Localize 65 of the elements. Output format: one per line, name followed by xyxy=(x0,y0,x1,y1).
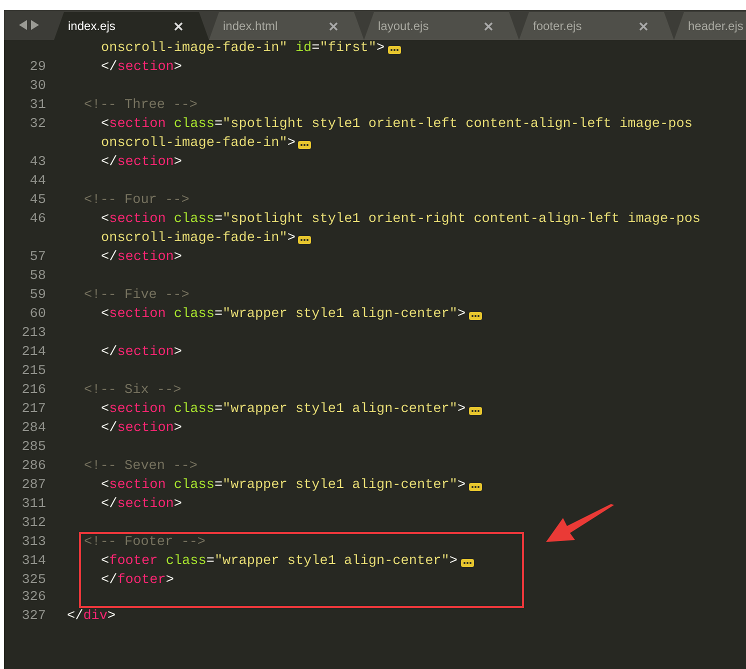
line-number: 314 xyxy=(20,553,46,572)
code-line: <!-- Six --> xyxy=(84,382,182,400)
line-number: 44 xyxy=(28,173,46,192)
back-icon[interactable] xyxy=(19,20,27,30)
tab[interactable]: index.ejs xyxy=(54,12,209,40)
line-number: 60 xyxy=(28,306,46,324)
code-line: </footer> xyxy=(101,572,174,590)
code-line: <section class="wrapper style1 align-center"> xyxy=(101,401,466,420)
code-line: <!-- Three --> xyxy=(84,97,198,116)
line-number: 325 xyxy=(20,572,46,590)
code-line: <!-- Seven --> xyxy=(84,458,198,476)
forward-icon[interactable] xyxy=(31,20,39,30)
line-number: 32 xyxy=(28,116,46,134)
line-number: 284 xyxy=(20,420,46,438)
line-number: 29 xyxy=(28,59,46,78)
code-line: <!-- Footer --> xyxy=(84,534,206,552)
line-number: 285 xyxy=(20,439,46,458)
line-number: 43 xyxy=(28,154,46,172)
code-line: onscroll-image-fade-in" id="first"> xyxy=(101,40,385,58)
line-number: 286 xyxy=(20,458,46,476)
line-number: 327 xyxy=(20,608,46,626)
code-line: <footer class="wrapper style1 align-center"> xyxy=(101,553,458,572)
code-line: </section> xyxy=(101,59,182,78)
tab[interactable]: index.html xyxy=(209,12,364,40)
line-number: 312 xyxy=(20,515,46,534)
code-line: </section> xyxy=(101,496,182,514)
line-number: 287 xyxy=(20,477,46,496)
line-number: 213 xyxy=(20,325,46,344)
fold-icon[interactable] xyxy=(468,482,482,490)
code-line: <!-- Five --> xyxy=(84,287,190,306)
code-line: <section class="wrapper style1 align-center"> xyxy=(101,477,466,496)
fold-icon[interactable] xyxy=(298,236,312,244)
tab[interactable]: layout.ejs xyxy=(364,12,519,40)
code-line: <section class="wrapper style1 align-center"> xyxy=(101,306,466,324)
line-number: 311 xyxy=(20,496,46,514)
line-number: 216 xyxy=(20,382,46,400)
fold-icon[interactable] xyxy=(468,312,482,320)
line-number: 313 xyxy=(20,534,46,552)
code-line: </section> xyxy=(101,249,182,268)
code-line: <section class="spotlight style1 orient-left content-align-left image-pos xyxy=(101,116,692,134)
line-number: 45 xyxy=(28,192,46,210)
tab[interactable]: footer.ejs xyxy=(519,12,674,40)
code-line: </div> xyxy=(67,608,116,626)
line-number: 30 xyxy=(28,78,46,96)
code-line: <section class="spotlight style1 orient-right content-align-left image-pos xyxy=(101,211,701,230)
line-number: 326 xyxy=(20,589,46,608)
line-number: 46 xyxy=(28,211,46,230)
line-number: 217 xyxy=(20,401,46,420)
line-number: 214 xyxy=(20,344,46,362)
code-line: <!-- Four --> xyxy=(84,192,190,210)
code-line: onscroll-image-fade-in"> xyxy=(101,135,296,154)
tab[interactable]: header.ejs xyxy=(674,12,746,40)
line-number: 57 xyxy=(28,249,46,268)
fold-icon[interactable] xyxy=(298,140,312,148)
line-number: 58 xyxy=(28,268,46,286)
line-number: 59 xyxy=(28,287,46,306)
line-number: 31 xyxy=(28,97,46,116)
code-line: </section> xyxy=(101,154,182,172)
code-line: </section> xyxy=(101,344,182,362)
code-line: </section> xyxy=(101,420,182,438)
code-line: onscroll-image-fade-in"> xyxy=(101,230,296,248)
fold-icon[interactable] xyxy=(460,558,474,566)
line-number: 215 xyxy=(20,363,46,382)
fold-icon[interactable] xyxy=(468,406,482,414)
fold-icon[interactable] xyxy=(388,46,401,54)
